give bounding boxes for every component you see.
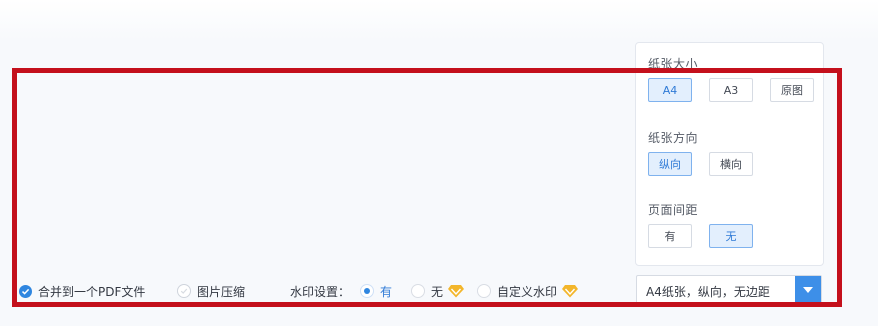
watermark-off-label: 无 (431, 284, 444, 299)
paper-size-a3-button[interactable]: A3 (709, 78, 753, 102)
radio-selected-icon (360, 284, 374, 298)
merge-pdf-checkbox[interactable]: 合并到一个PDF文件 (19, 283, 145, 299)
radio-unselected-icon (477, 284, 491, 298)
paper-size-a4-button[interactable]: A4 (648, 78, 692, 102)
custom-watermark-radio[interactable]: 自定义水印 (477, 283, 579, 299)
dropdown-button[interactable] (795, 276, 821, 304)
margin-no-button[interactable]: 无 (709, 224, 753, 248)
vip-diamond-icon (448, 285, 465, 298)
compress-images-label: 图片压缩 (197, 284, 246, 299)
checked-icon (19, 284, 32, 298)
chevron-down-icon (803, 287, 813, 293)
orientation-portrait-button[interactable]: 纵向 (648, 152, 692, 176)
settings-panel: 纸张大小 A4 A3 原图 纸张方向 纵向 横向 页面间距 有 无 (635, 42, 824, 266)
compress-images-checkbox[interactable]: 图片压缩 (177, 283, 245, 299)
settings-summary-select[interactable]: A4纸张，纵向，无边距 (636, 275, 822, 305)
orientation-landscape-button[interactable]: 横向 (709, 152, 753, 176)
custom-watermark-label: 自定义水印 (497, 284, 558, 299)
settings-summary-text: A4纸张，纵向，无边距 (646, 285, 770, 299)
margin-yes-button[interactable]: 有 (648, 224, 692, 248)
watermark-on-label: 有 (380, 284, 393, 299)
margin-label: 页面间距 (648, 203, 699, 217)
radio-unselected-icon (411, 284, 425, 298)
options-bar: 合并到一个PDF文件 图片压缩 水印设置： 有 无 自定义水印 (0, 276, 630, 306)
top-band (0, 0, 878, 40)
orientation-label: 纸张方向 (648, 131, 699, 145)
paper-size-label: 纸张大小 (648, 57, 699, 71)
merge-pdf-label: 合并到一个PDF文件 (38, 284, 146, 299)
watermark-on-radio[interactable]: 有 (360, 283, 392, 299)
conversion-settings-view: 纸张大小 A4 A3 原图 纸张方向 纵向 横向 页面间距 有 无 合并到一个P… (0, 0, 878, 326)
watermark-label: 水印设置： (290, 284, 351, 299)
vip-diamond-icon (562, 285, 579, 298)
watermark-off-radio[interactable]: 无 (411, 283, 465, 299)
paper-size-original-button[interactable]: 原图 (770, 78, 814, 102)
unchecked-icon (177, 284, 191, 298)
